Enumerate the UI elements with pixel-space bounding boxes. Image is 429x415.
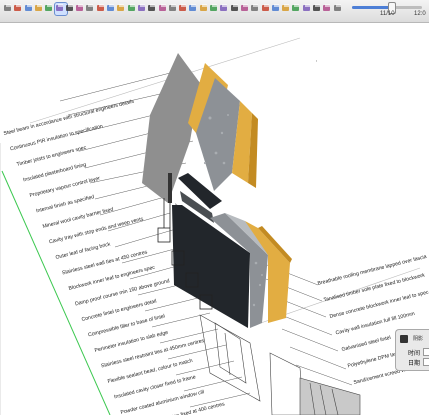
shadow-time-slider-fill — [352, 6, 390, 9]
hidden-line-style-icon — [261, 4, 269, 11]
annotation-left-8: Outer leaf of facing brick — [55, 241, 111, 261]
line-tool-icon — [24, 4, 32, 11]
warehouse-icon — [323, 4, 331, 11]
paint-bucket-tool-icon — [14, 4, 22, 11]
main-toolbar: 11/10 12:0 — [0, 0, 429, 23]
tape-measure-tool-icon — [96, 4, 104, 11]
model-canvas: Steel beam in accordance with structural… — [0, 37, 429, 415]
xray-style-icon — [240, 4, 248, 11]
zoom-extents-tool-icon — [168, 4, 176, 11]
cursor-mark: ‚ — [316, 57, 317, 63]
text-tool-icon — [117, 4, 125, 11]
fog-toggle-icon — [313, 4, 320, 11]
time-label: 时间 — [408, 351, 421, 357]
annotation-right-0: Breathable roofing membrane lapped over … — [317, 254, 427, 287]
components-icon — [333, 4, 341, 11]
offset-tool-icon — [86, 4, 94, 11]
date-label: 日期 — [408, 361, 421, 367]
iso-view-icon — [179, 4, 187, 11]
time-start-label: 11/10 — [380, 11, 395, 17]
pan-tool-icon — [148, 4, 156, 11]
annotation-left-5: Internal finish as specified — [36, 194, 95, 214]
arc-tool-icon — [34, 4, 42, 11]
top-view-icon — [189, 4, 197, 11]
model-viewport[interactable]: Steel beam in accordance with structural… — [0, 23, 429, 415]
rotate-tool-icon — [65, 4, 73, 11]
time-field[interactable] — [423, 348, 429, 356]
wireframe-style-icon — [251, 4, 259, 11]
shadow-panel-title: 阴影 — [413, 336, 424, 342]
monochrome-style-icon — [292, 4, 300, 11]
scale-tool-icon — [76, 4, 84, 11]
right-view-icon — [210, 4, 217, 11]
time-end-label: 12:0 — [414, 11, 426, 17]
zoom-tool-icon — [158, 4, 166, 11]
dimension-tool-icon — [107, 4, 114, 11]
annotation-right-4: Galvanised steel lintel — [341, 335, 391, 353]
frame-post — [168, 173, 172, 203]
shadows-toggle-icon — [302, 4, 310, 11]
date-field[interactable] — [423, 358, 429, 366]
move-tool-icon — [55, 4, 63, 11]
push-pull-tool-icon — [45, 4, 53, 11]
back-view-icon — [220, 4, 228, 11]
orbit-tool-icon — [137, 4, 145, 11]
shaded-style-icon — [271, 4, 279, 11]
left-view-icon — [230, 4, 238, 11]
section-plane-tool-icon — [127, 4, 135, 11]
shadow-settings-panel[interactable]: 阴影 时间 日期 — [395, 329, 429, 371]
shadow-icon — [400, 335, 408, 343]
components-button[interactable] — [333, 3, 345, 15]
select-tool-icon — [4, 4, 11, 11]
textured-style-icon — [282, 4, 290, 11]
front-view-icon — [199, 4, 207, 11]
